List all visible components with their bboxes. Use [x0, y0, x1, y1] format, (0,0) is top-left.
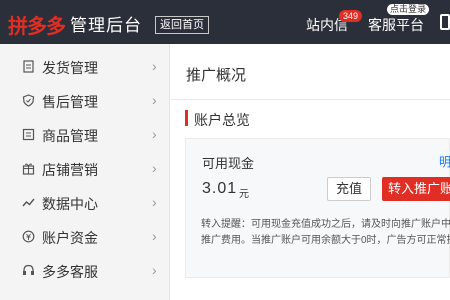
sidebar-item-products[interactable]: 商品管理 ›: [0, 117, 170, 151]
brand-logo[interactable]: 拼多多: [8, 10, 66, 39]
main-area: 推广概况 账户总览 可用现金 明 3.01 元 充值 转入推广账户 转入提醒：可…: [171, 44, 450, 300]
messages-count-badge: 349: [339, 10, 363, 22]
sidebar-item-label: 售后管理: [42, 94, 98, 110]
chevron-right-icon: ›: [152, 194, 157, 210]
sidebar-item-label: 数据中心: [42, 196, 98, 212]
document-icon: [23, 60, 34, 73]
sidebar-item-label: 商品管理: [42, 128, 98, 144]
customer-service-link[interactable]: 客服平台: [368, 15, 424, 35]
account-overview-card: 可用现金 明 3.01 元 充值 转入推广账户 转入提醒：可用现金充值成功之后，…: [185, 138, 450, 278]
sidebar: 发货管理 › 售后管理 › 商品管理 › 店铺营销 › 数据中心 › 账户资金 …: [0, 44, 170, 300]
sidebar-item-label: 发货管理: [42, 60, 98, 76]
sidebar-item-after-sales[interactable]: 售后管理 ›: [0, 83, 170, 117]
transfer-to-ad-account-button[interactable]: 转入推广账户: [382, 177, 450, 201]
chevron-right-icon: ›: [152, 262, 157, 278]
chevron-right-icon: ›: [152, 228, 157, 244]
chart-icon: [22, 198, 35, 207]
page-title: 推广概况: [186, 67, 247, 84]
shield-icon: [22, 94, 35, 107]
chevron-right-icon: ›: [152, 160, 157, 176]
sidebar-item-shipping[interactable]: 发货管理 ›: [0, 49, 170, 83]
app-title: 管理后台: [70, 16, 142, 35]
chevron-right-icon: ›: [152, 58, 157, 74]
details-link[interactable]: 明: [439, 153, 450, 170]
gift-icon: [22, 163, 35, 175]
chevron-right-icon: ›: [152, 92, 157, 108]
cash-amount: 3.01: [202, 180, 238, 197]
transfer-tip-line: 转入提醒：可用现金充值成功之后，请及时向推广账户中转入: [201, 219, 450, 230]
transfer-tip-line: 推广费用。当推广账户可用余额大于0时，广告方可正常投放: [201, 235, 450, 246]
login-tip-badge[interactable]: 点击登录: [387, 4, 430, 15]
sidebar-item-label: 店铺营销: [42, 162, 98, 178]
list-icon: [22, 128, 35, 141]
cash-unit: 元: [239, 189, 249, 200]
cash-label: 可用现金: [202, 156, 255, 171]
headset-icon: [23, 264, 34, 275]
section-accent-bar: [185, 110, 188, 126]
sidebar-item-label: 账户资金: [42, 230, 98, 246]
sidebar-item-label: 多多客服: [42, 264, 98, 280]
sidebar-item-marketing[interactable]: 店铺营销 ›: [0, 151, 170, 185]
sidebar-item-customer-service[interactable]: 多多客服 ›: [0, 253, 170, 287]
content-panel: 账户总览 可用现金 明 3.01 元 充值 转入推广账户 转入提醒：可用现金充值…: [171, 100, 450, 300]
section-title: 账户总览: [194, 112, 250, 128]
sidebar-item-data-center[interactable]: 数据中心 ›: [0, 185, 170, 219]
back-home-button[interactable]: 返回首页: [155, 16, 209, 34]
wallet-icon: [22, 230, 35, 243]
top-header: 拼多多 管理后台 返回首页 站内信 349 客服平台 点击登录: [0, 0, 450, 44]
page-header: 推广概况: [171, 44, 450, 100]
chevron-right-icon: ›: [152, 126, 157, 142]
phone-icon[interactable]: [440, 14, 450, 30]
recharge-button[interactable]: 充值: [327, 177, 371, 201]
sidebar-item-account-funds[interactable]: 账户资金 ›: [0, 219, 170, 253]
